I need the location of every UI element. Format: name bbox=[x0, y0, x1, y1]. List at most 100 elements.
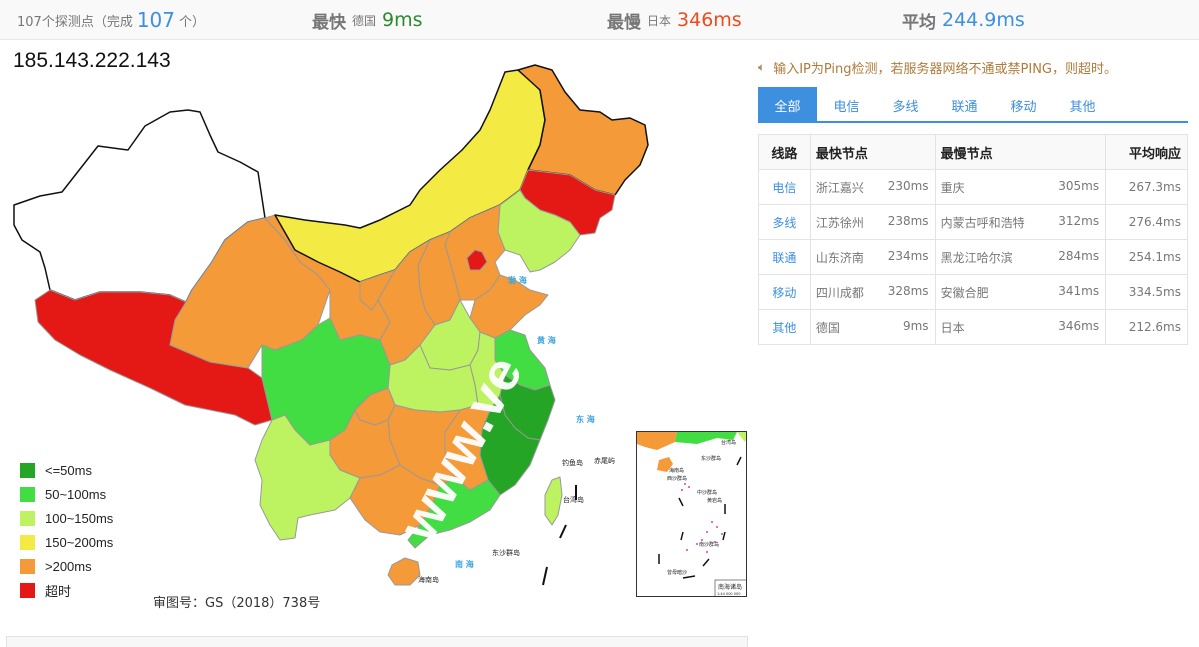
tab-other[interactable]: 其他 bbox=[1053, 87, 1112, 123]
notice-text: 输入IP为Ping检测，若服务器网络不通或禁PING，则超时。 bbox=[773, 62, 1118, 77]
line-link[interactable]: 多线 bbox=[758, 204, 811, 240]
avg-ms: 334.5ms bbox=[1105, 274, 1188, 310]
tab-unicom[interactable]: 联通 bbox=[935, 87, 994, 123]
bottom-panel-header bbox=[6, 636, 748, 647]
table-row: 联通 山东济南 234ms 黑龙江哈尔滨 284ms 254.1ms bbox=[758, 239, 1188, 275]
fastest-summary: 最快 德国 9ms bbox=[312, 0, 423, 40]
slowest-label: 最慢 bbox=[607, 12, 641, 33]
slow-ms: 305ms bbox=[1058, 178, 1100, 193]
line-link[interactable]: 联通 bbox=[758, 239, 811, 275]
table-header-row: 线路 最快节点 最慢节点 平均响应 bbox=[758, 134, 1188, 170]
average-summary: 平均 244.9ms bbox=[902, 0, 1025, 40]
south-china-sea-inset: 台湾岛 东沙群岛 海南岛 西沙群岛 中沙群岛 黄岩岛 南沙群岛 曾母暗沙 南海诸 bbox=[636, 431, 747, 597]
legend-label: <=50ms bbox=[45, 462, 92, 478]
table-row: 电信 浙江嘉兴 230ms 重庆 305ms 267.3ms bbox=[758, 169, 1188, 205]
isp-summary-table: 线路 最快节点 最慢节点 平均响应 电信 浙江嘉兴 230ms 重庆 305ms 2… bbox=[758, 134, 1188, 345]
header-fastest-node: 最快节点 bbox=[809, 134, 936, 170]
legend-swatch-le50 bbox=[20, 462, 35, 478]
legend-swatch-150-200 bbox=[20, 534, 35, 550]
fast-ms: 328ms bbox=[887, 283, 929, 298]
fast-ms: 238ms bbox=[887, 213, 929, 228]
island-label-taiwan: 台湾岛 bbox=[563, 495, 584, 504]
fast-node: 四川成都 bbox=[815, 285, 864, 300]
inset-label-nansha: 南沙群岛 bbox=[699, 541, 719, 548]
fast-node: 江苏徐州 bbox=[815, 215, 864, 230]
probe-count: 107个探测点（完成 107 个） bbox=[17, 0, 205, 40]
fast-ms: 230ms bbox=[887, 178, 929, 193]
header-line: 线路 bbox=[758, 134, 811, 170]
slow-ms: 341ms bbox=[1058, 283, 1100, 298]
avg-ms: 212.6ms bbox=[1105, 309, 1188, 345]
region-taiwan[interactable] bbox=[544, 476, 563, 526]
legend-item: 100~150ms bbox=[20, 506, 113, 530]
fastest-label: 最快 bbox=[312, 12, 346, 33]
legend-label: 150~200ms bbox=[45, 534, 114, 550]
fast-node: 浙江嘉兴 bbox=[815, 180, 864, 195]
isp-tabs: 全部 电信 多线 联通 移动 其他 bbox=[758, 87, 1188, 123]
tab-telecom[interactable]: 电信 bbox=[817, 87, 876, 123]
tab-multiline[interactable]: 多线 bbox=[876, 87, 935, 123]
inset-label-hainan: 海南岛 bbox=[669, 467, 684, 474]
completed-count: 107 bbox=[136, 8, 176, 32]
average-label: 平均 bbox=[902, 12, 936, 33]
slow-node: 黑龙江哈尔滨 bbox=[940, 250, 1013, 265]
slowest-location: 日本 bbox=[647, 13, 672, 28]
table-row: 多线 江苏徐州 238ms 内蒙古呼和浩特 312ms 276.4ms bbox=[758, 204, 1188, 240]
legend-label: 超时 bbox=[45, 583, 72, 599]
avg-ms: 254.1ms bbox=[1105, 239, 1188, 275]
speaker-icon: 🔈︎ bbox=[758, 60, 766, 74]
slow-ms: 312ms bbox=[1058, 213, 1100, 228]
line-link[interactable]: 电信 bbox=[758, 169, 811, 205]
fast-ms: 9ms bbox=[902, 318, 929, 333]
island-label-dongsha: 东沙群岛 bbox=[492, 548, 520, 557]
slowest-value: 346ms bbox=[677, 9, 742, 31]
legend-label: 50~100ms bbox=[45, 486, 107, 502]
legend-swatch-timeout bbox=[20, 582, 35, 598]
island-label-diaoyu: 钓鱼岛 bbox=[562, 458, 583, 467]
fast-node: 德国 bbox=[815, 320, 840, 335]
inset-label-dongsha: 东沙群岛 bbox=[701, 455, 721, 462]
average-value: 244.9ms bbox=[942, 9, 1025, 31]
slow-node: 日本 bbox=[940, 320, 965, 335]
line-link[interactable]: 其他 bbox=[758, 309, 811, 345]
inset-scale: 1:44 000 000 bbox=[717, 592, 740, 596]
sea-label-nanhai: 南 海 bbox=[455, 559, 474, 569]
slow-ms: 346ms bbox=[1058, 318, 1100, 333]
slowest-summary: 最慢 日本 346ms bbox=[607, 0, 742, 40]
fast-ms: 234ms bbox=[887, 248, 929, 263]
fastest-value: 9ms bbox=[382, 9, 423, 31]
inset-label-xisha: 西沙群岛 bbox=[667, 475, 687, 482]
ping-notice: 🔈︎ 输入IP为Ping检测，若服务器网络不通或禁PING，则超时。 bbox=[758, 58, 1117, 77]
legend-swatch-100-150 bbox=[20, 510, 35, 526]
legend-item: 超时 bbox=[20, 578, 113, 602]
slow-node: 重庆 bbox=[940, 180, 965, 195]
line-link[interactable]: 移动 bbox=[758, 274, 811, 310]
sea-label-bohai: 渤 海 bbox=[508, 275, 527, 285]
probe-count-prefix: 107个探测点（完成 bbox=[17, 14, 133, 30]
legend-swatch-gt200 bbox=[20, 558, 35, 574]
map-approval-number: 审图号：GS（2018）738号 bbox=[153, 596, 321, 611]
table-row: 其他 德国 9ms 日本 346ms 212.6ms bbox=[758, 309, 1188, 345]
header-slowest-node: 最慢节点 bbox=[934, 134, 1107, 170]
island-label-chiwei: 赤尾屿 bbox=[594, 456, 615, 465]
header-average: 平均响应 bbox=[1105, 134, 1188, 170]
inset-label-huangyan: 黄岩岛 bbox=[707, 497, 722, 504]
probe-count-suffix: 个） bbox=[179, 14, 206, 30]
legend-item: <=50ms bbox=[20, 458, 113, 482]
map-legend: <=50ms 50~100ms 100~150ms 150~200ms >200… bbox=[20, 458, 113, 602]
tab-all[interactable]: 全部 bbox=[758, 87, 817, 123]
slow-node: 安徽合肥 bbox=[940, 285, 989, 300]
legend-item: 150~200ms bbox=[20, 530, 113, 554]
tab-mobile[interactable]: 移动 bbox=[994, 87, 1053, 123]
table-row: 移动 四川成都 328ms 安徽合肥 341ms 334.5ms bbox=[758, 274, 1188, 310]
summary-bar: 107个探测点（完成 107 个） 最快 德国 9ms 最慢 日本 346ms … bbox=[0, 0, 1199, 40]
legend-label: >200ms bbox=[45, 558, 92, 574]
inset-label-zhongsha: 中沙群岛 bbox=[697, 489, 717, 496]
legend-item: 50~100ms bbox=[20, 482, 113, 506]
legend-label: 100~150ms bbox=[45, 510, 114, 526]
avg-ms: 276.4ms bbox=[1105, 204, 1188, 240]
slow-ms: 284ms bbox=[1058, 248, 1100, 263]
region-hainan[interactable] bbox=[387, 557, 421, 586]
island-label-hainan: 海南岛 bbox=[418, 575, 439, 584]
fastest-location: 德国 bbox=[352, 13, 377, 28]
